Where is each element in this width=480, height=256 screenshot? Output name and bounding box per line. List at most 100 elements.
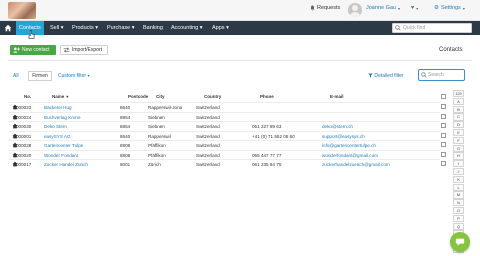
table-row[interactable]: 000017 Zucker Handel Zürich 8001 Zürich Swit… [8,159,446,168]
cell-name[interactable]: Buchverlag Krone [44,114,81,121]
cell-email[interactable]: info@gartencentertulpe.ch [322,142,376,149]
import-export-button[interactable]: Import/Export [60,45,108,55]
alphabet-index-button[interactable]: M [453,191,464,199]
alphabet-index-button[interactable]: D [453,121,464,129]
row-checkbox[interactable] [441,151,446,157]
cell-city: Siebnen [148,124,165,129]
cell-email[interactable]: zuckerhandelzuerich@gmail.com [322,161,390,168]
column-header-name[interactable]: Name ▼ [52,94,69,99]
quick-find-input[interactable]: Quick find [392,23,472,33]
cell-name[interactable]: Gartencenter Tulpe [44,142,83,149]
cell-postcode: 8854 [120,124,131,129]
cell-name[interactable]: easySYS AG [44,133,71,140]
filter-firmen[interactable]: Firmen [28,71,52,81]
cell-no: 000023 [16,105,32,110]
alphabet-index-button[interactable]: P [453,214,464,223]
cell-country: Switzerland [196,152,220,158]
cell-city: Siebnen [148,114,165,120]
nav-accounting[interactable]: Accounting ▾ [168,21,206,35]
favorites-menu[interactable]: ♥ ▾ [411,5,418,11]
alphabet-index-button[interactable]: E [453,128,464,137]
alphabet-index-button[interactable]: I [453,160,464,168]
custom-filter-label: Custom filter [58,73,87,79]
alphabet-index-button[interactable]: C [453,113,464,121]
add-user-icon [13,47,20,53]
cell-country: Switzerland [196,114,220,120]
row-checkbox[interactable] [441,123,446,128]
cell-postcode: 8001 [120,162,131,167]
home-icon[interactable] [4,24,12,32]
alphabet-index-button[interactable]: B [453,105,464,113]
column-header-no[interactable]: No. [24,94,31,99]
alphabet-index-button[interactable]: H [453,152,464,160]
company-logo[interactable] [8,2,36,19]
settings-label: Settings [440,5,461,11]
alphabet-index-button[interactable]: O [453,206,464,215]
row-checkbox[interactable] [441,142,446,147]
column-header-email[interactable]: E-mail [330,94,344,99]
column-header-country[interactable]: Country [204,94,221,99]
cell-name[interactable]: Wonder Fondant [44,152,78,159]
alphabet-index-button[interactable]: N [453,199,464,207]
cell-email[interactable]: support@easysys.ch [322,133,365,140]
table-row[interactable]: 000001 easySYS AG 8640 Rapperswil Switzerlan… [8,130,446,140]
detailed-filter-link[interactable]: Detailed filter [368,71,404,81]
custom-filter-dropdown[interactable]: Custom filter ▾ [58,71,89,81]
cell-name[interactable]: Zucker Handel Zürich [44,161,88,168]
cell-name[interactable]: Deko Stern [44,123,67,130]
cell-name[interactable]: Bäckerei Hug [44,104,72,111]
new-contact-label: New contact [22,47,50,53]
user-menu[interactable]: Joanne Gau ▾ [366,5,400,11]
cell-no: 000001 [16,133,32,139]
cell-city: Rapperswil [148,133,171,139]
nav-sell[interactable]: Sell ▾ [47,21,66,35]
select-all-checkbox[interactable] [441,94,446,99]
column-header-city[interactable]: City [156,94,165,99]
requests-link[interactable]: Requests [310,5,340,11]
alphabet-index-button[interactable]: F [453,136,464,145]
table-row[interactable]: 000030 Deko Stern 8854 Siebnen Switzerland 05… [8,121,446,130]
page-title: Contacts [439,47,463,53]
alphabet-index-button[interactable]: G [453,144,464,152]
cell-postcode: 8854 [120,114,131,120]
chevron-down-icon: ▾ [416,5,419,11]
row-checkbox[interactable] [441,104,446,109]
user-avatar[interactable] [348,3,362,17]
nav-banking[interactable]: Banking [140,21,166,35]
table-row[interactable]: 000024 Buchverlag Krone 8854 Siebnen Switzer… [8,111,446,121]
table-row[interactable]: 000023 Bäckerei Hug 8640 Rapperswil-Jona Swi… [8,102,446,111]
alphabet-index-button[interactable]: 123 [453,90,464,98]
row-checkbox[interactable] [441,113,446,119]
row-checkbox[interactable] [441,161,446,166]
alphabet-index-button[interactable]: A [453,97,464,106]
column-header-phone[interactable]: Phone [260,94,274,99]
row-checkbox[interactable] [441,132,446,138]
mouse-cursor-icon [28,30,35,39]
nav-products[interactable]: Products ▾ [69,21,101,35]
nav-purchase[interactable]: Purchase ▾ [104,21,138,35]
cell-phone: 051 227 89 63 [252,124,282,129]
cell-email[interactable]: wonderfondant@gmail.com [322,152,378,159]
search-icon [421,72,427,78]
user-name: Joanne Gau [366,5,396,11]
alphabet-index-button[interactable]: L [453,183,464,191]
table-row[interactable]: 000020 Wonder Fondant 8808 Pfäffikon Switzer… [8,149,446,159]
gear-icon: ⚙ [434,5,439,11]
nav-banking-label: Banking [143,25,163,31]
alphabet-index-button[interactable]: J [453,167,464,176]
cell-no: 000017 [16,162,32,167]
column-header-postcode[interactable]: Postcode [128,94,148,99]
cell-email[interactable]: deko@stern.ch [322,123,353,130]
settings-menu[interactable]: ⚙ Settings ▾ [434,5,465,11]
table-row[interactable]: 000028 Gartencenter Tulpe 8808 Pfäffikon Swi… [8,140,446,149]
requests-label: Requests [317,5,341,11]
chat-button[interactable] [450,232,470,252]
alphabet-index-button[interactable]: Q [453,222,464,230]
alphabet-index-button[interactable]: K [453,175,464,184]
nav-apps[interactable]: Apps ▾ [209,21,232,35]
top-bar: Requests Joanne Gau ▾ ♥ ▾ ⚙ Settings ▾ [0,0,480,21]
bell-icon [310,5,315,11]
new-contact-button[interactable]: New contact [10,45,56,55]
search-input[interactable]: Search [418,69,465,81]
filter-all[interactable]: All [13,71,19,81]
